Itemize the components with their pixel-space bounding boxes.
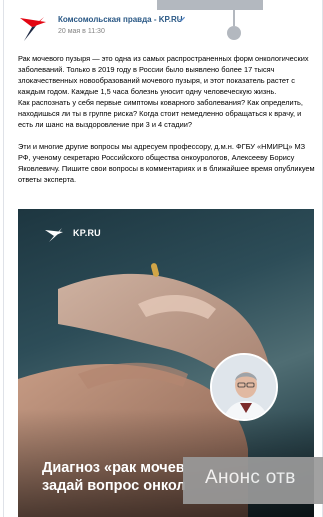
post-header: Комсомольская правда - KP.RU 20 мая в 11… xyxy=(18,14,308,42)
media-logo-text: KP.RU xyxy=(73,228,101,238)
overlay-announcement-text: Анонс отв xyxy=(205,467,296,488)
overlay-announcement-banner[interactable]: Анонс отв xyxy=(183,457,323,504)
post-text: Рак мочевого пузыря — это одна из самых … xyxy=(18,53,318,185)
kp-logo-icon[interactable] xyxy=(18,14,48,42)
post-paragraph: Рак мочевого пузыря — это одна из самых … xyxy=(18,54,309,96)
overlay-connector xyxy=(233,10,235,26)
post-card: Комсомольская правда - KP.RU 20 мая в 11… xyxy=(3,0,323,517)
overlay-pointer-dot xyxy=(227,26,241,40)
verified-icon xyxy=(179,16,186,22)
post-date[interactable]: 20 мая в 11:30 xyxy=(58,28,105,35)
post-paragraph: Эти и многие другие вопросы мы адресуем … xyxy=(18,142,315,184)
overlay-tooltip-label xyxy=(157,0,263,10)
post-paragraph: Как распознать у себя первые симптомы ко… xyxy=(18,98,303,129)
post-author-link[interactable]: Комсомольская правда - KP.RU xyxy=(58,15,183,24)
expert-avatar xyxy=(210,353,278,421)
